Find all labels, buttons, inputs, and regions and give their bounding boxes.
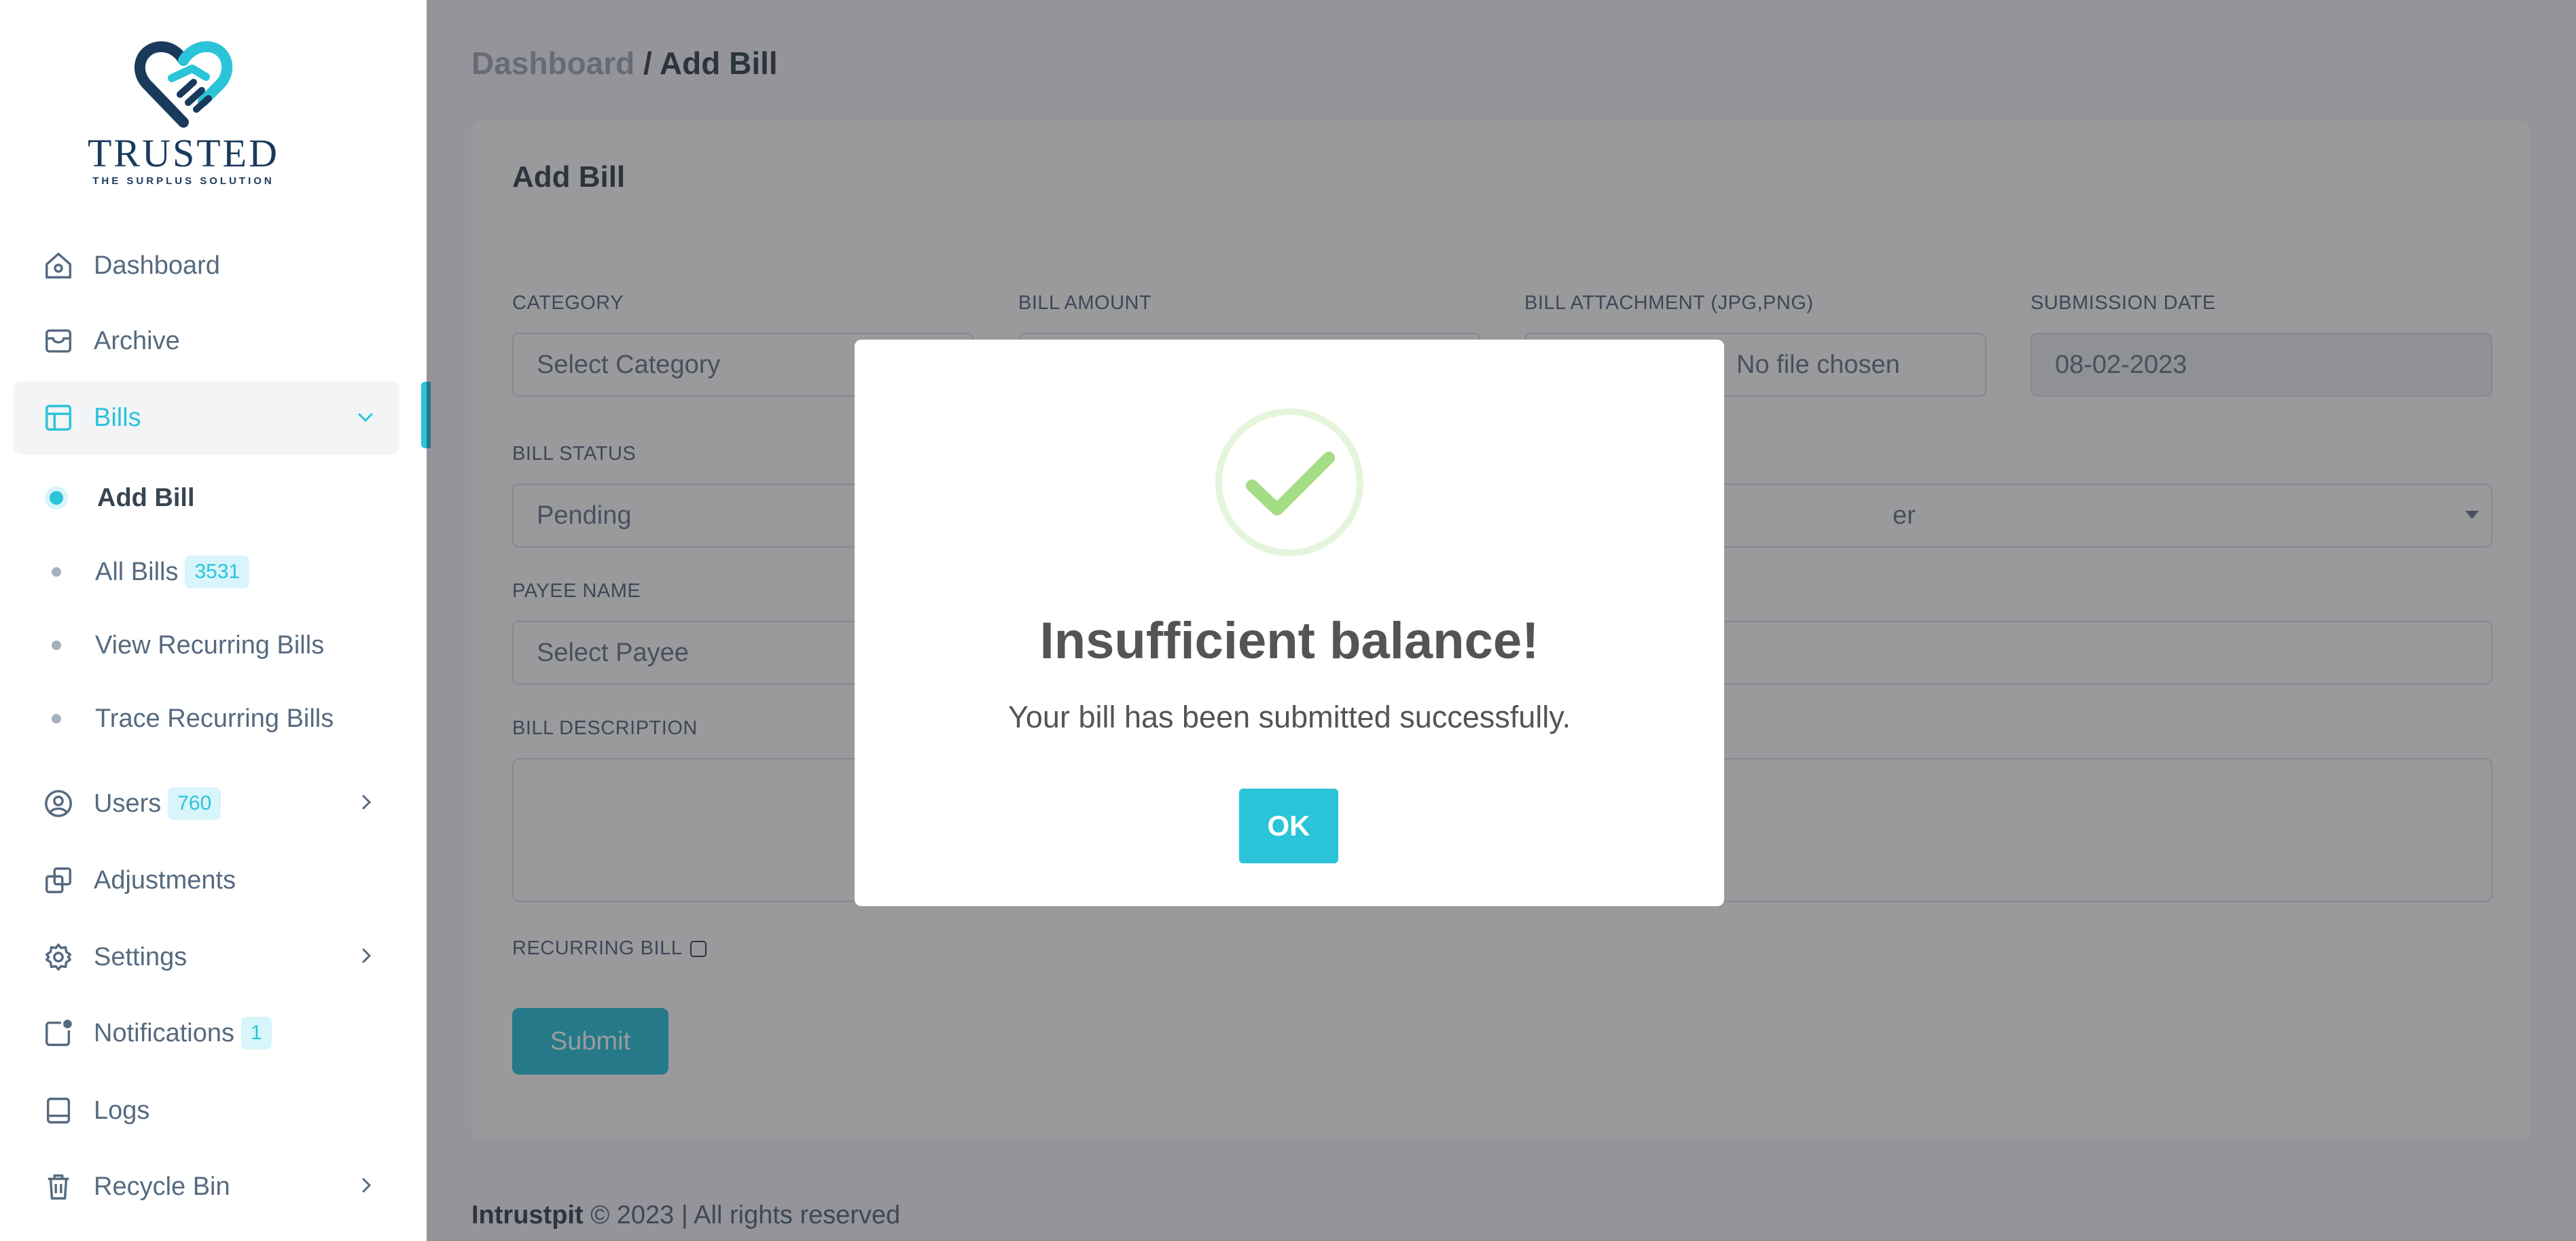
bullet-dot: [52, 714, 61, 723]
sidebar-subitem-label-wrap: All Bills 3531: [95, 556, 250, 588]
bullet-dot: [52, 641, 61, 650]
bullet-dot: [52, 567, 61, 577]
copy-icon: [38, 860, 79, 901]
brand-logo[interactable]: TRUSTED THE SURPLUS SOLUTION: [82, 37, 285, 187]
sidebar-item-label: Archive: [94, 326, 180, 355]
sidebar-item-dashboard[interactable]: Dashboard: [14, 229, 399, 302]
sidebar-item-users[interactable]: Users 760: [14, 767, 399, 840]
count-badge: 1: [240, 1017, 272, 1049]
chevron-right-icon: [353, 943, 378, 971]
dialog-message: Your bill has been submitted successfull…: [1008, 700, 1571, 734]
sidebar-item-label: Settings: [94, 942, 187, 971]
sidebar-item-label: Adjustments: [94, 865, 236, 895]
count-badge: 760: [168, 787, 221, 820]
chevron-right-icon: [353, 1173, 378, 1201]
heart-hand-icon: [134, 41, 233, 128]
sidebar-item-adjustments[interactable]: Adjustments: [14, 844, 399, 917]
home-icon: [38, 245, 79, 286]
chevron-right-icon: [353, 790, 378, 818]
bullet-dot: [50, 491, 63, 505]
layout-icon: [38, 397, 79, 438]
sidebar-item-archive[interactable]: Archive: [14, 304, 399, 378]
sidebar-item-settings[interactable]: Settings: [14, 920, 399, 994]
sidebar-item-bills[interactable]: Bills: [14, 381, 399, 454]
success-check-icon: [1215, 408, 1363, 556]
sidebar-subitem-label: Trace Recurring Bills: [95, 704, 334, 733]
sidebar-item-label: Recycle Bin: [94, 1172, 230, 1201]
sidebar-item-label: Dashboard: [94, 251, 220, 280]
archive-icon: [38, 321, 79, 361]
ok-button[interactable]: OK: [1239, 789, 1338, 863]
dialog-title: Insufficient balance!: [1039, 612, 1539, 670]
sidebar-item-label: Logs: [94, 1096, 150, 1125]
sidebar-item-label: Bills: [94, 403, 141, 432]
sidebar-subitem-trace-recurring-bills[interactable]: Trace Recurring Bills: [14, 688, 399, 749]
sidebar-subitem-label: All Bills: [95, 557, 179, 586]
sidebar-subitem-label: Add Bill: [97, 483, 195, 512]
sidebar-subitem-view-recurring-bills[interactable]: View Recurring Bills: [14, 615, 399, 676]
book-icon: [38, 1090, 79, 1131]
gear-icon: [38, 937, 79, 977]
sidebar-item-label: Users: [94, 789, 162, 818]
sidebar: TRUSTED THE SURPLUS SOLUTION Dashboard A…: [0, 0, 431, 1241]
user-circle-icon: [38, 783, 79, 824]
sidebar-item-notifications[interactable]: Notifications 1: [14, 996, 399, 1070]
chevron-down-icon: [353, 404, 378, 432]
alert-dialog: Insufficient balance! Your bill has been…: [855, 340, 1724, 906]
brand-name: TRUSTED: [88, 131, 279, 175]
notification-icon: [38, 1013, 79, 1054]
trash-icon: [38, 1166, 79, 1207]
count-badge: 3531: [185, 556, 250, 588]
sidebar-item-logs[interactable]: Logs: [14, 1074, 399, 1147]
sidebar-subitem-all-bills[interactable]: All Bills 3531: [14, 541, 399, 602]
sidebar-subitem-add-bill[interactable]: Add Bill: [14, 467, 399, 528]
brand-tagline: THE SURPLUS SOLUTION: [92, 175, 274, 187]
sidebar-item-label: Notifications: [94, 1018, 234, 1047]
sidebar-item-recycle-bin[interactable]: Recycle Bin: [14, 1150, 399, 1223]
sidebar-subitem-label: View Recurring Bills: [95, 630, 325, 660]
